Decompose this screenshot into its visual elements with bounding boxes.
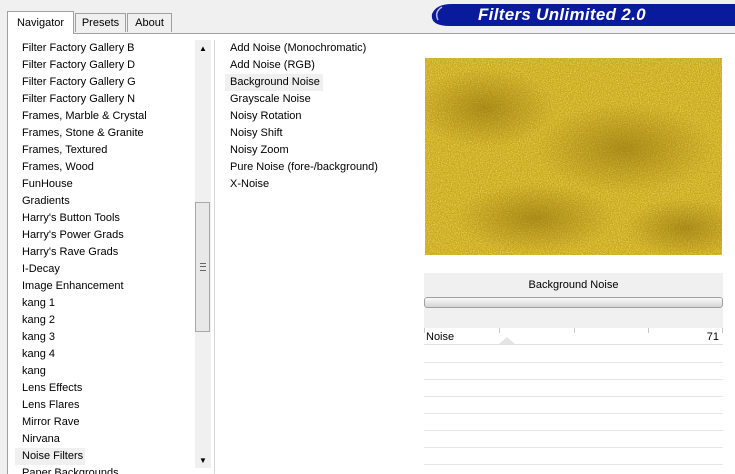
scroll-up-arrow-icon[interactable]: ▲ [195, 40, 211, 56]
category-item[interactable]: kang 1 [15, 295, 195, 312]
category-item[interactable]: Filter Factory Gallery B [15, 40, 195, 57]
grip-icon [199, 263, 206, 271]
filter-list[interactable]: Add Noise (Monochromatic) Add Noise (RGB)… [225, 40, 415, 193]
category-item[interactable]: Lens Effects [15, 380, 195, 397]
parameter-empty-rows [424, 346, 723, 474]
filter-item[interactable]: Pure Noise (fore-/background) [225, 159, 415, 176]
preview-zoom-bar[interactable] [424, 297, 723, 308]
noise-slider[interactable] [424, 337, 723, 346]
category-item[interactable]: Lens Flares [15, 397, 195, 414]
category-list[interactable]: Filter Factory Gallery B Filter Factory G… [15, 40, 195, 474]
list-divider [214, 40, 215, 474]
tab-navigator[interactable]: Navigator [7, 11, 74, 34]
filter-name-header: Background Noise [424, 273, 723, 297]
filter-item[interactable]: X-Noise [225, 176, 415, 193]
preview-texture [425, 58, 722, 255]
category-item[interactable]: kang 3 [15, 329, 195, 346]
category-item[interactable]: Frames, Textured [15, 142, 195, 159]
filter-item[interactable]: Noisy Rotation [225, 108, 415, 125]
controls-band [424, 308, 723, 328]
filter-item[interactable]: Grayscale Noise [225, 91, 415, 108]
tab-presets[interactable]: Presets [75, 13, 126, 32]
filter-name-label: Background Noise [528, 279, 619, 291]
category-item[interactable]: Harry's Button Tools [15, 210, 195, 227]
app-banner: Filters Unlimited 2.0 [428, 4, 735, 28]
slider-thumb-icon[interactable] [499, 337, 515, 344]
filter-item[interactable]: Noisy Zoom [225, 142, 415, 159]
category-item[interactable]: Nirvana [15, 431, 195, 448]
category-item[interactable]: Frames, Marble & Crystal [15, 108, 195, 125]
category-item[interactable]: kang [15, 363, 195, 380]
scroll-down-arrow-icon[interactable]: ▼ [195, 452, 211, 468]
category-item[interactable]: Gradients [15, 193, 195, 210]
filter-preview-image [425, 58, 722, 255]
filter-item[interactable]: Background Noise [225, 74, 323, 91]
category-item[interactable]: Filter Factory Gallery G [15, 74, 195, 91]
category-item[interactable]: I-Decay [15, 261, 195, 278]
filter-item[interactable]: Add Noise (RGB) [225, 57, 415, 74]
category-item[interactable]: Filter Factory Gallery D [15, 57, 195, 74]
category-item[interactable]: kang 2 [15, 312, 195, 329]
category-item[interactable]: Frames, Stone & Granite [15, 125, 195, 142]
filter-item[interactable]: Noisy Shift [225, 125, 415, 142]
app-title: Filters Unlimited 2.0 [478, 5, 646, 24]
category-item[interactable]: Image Enhancement [15, 278, 195, 295]
category-item[interactable]: Harry's Rave Grads [15, 244, 195, 261]
scrollbar-thumb[interactable] [195, 202, 210, 332]
category-item[interactable]: FunHouse [15, 176, 195, 193]
category-item[interactable]: Filter Factory Gallery N [15, 91, 195, 108]
filter-item[interactable]: Add Noise (Monochromatic) [225, 40, 415, 57]
category-item[interactable]: kang 4 [15, 346, 195, 363]
tab-about[interactable]: About [127, 13, 172, 32]
category-item[interactable]: Noise Filters [15, 448, 85, 465]
category-item[interactable]: Paper Backgrounds [15, 465, 195, 474]
category-item[interactable]: Harry's Power Grads [15, 227, 195, 244]
category-scrollbar[interactable]: ▲ ▼ [195, 40, 211, 468]
category-item[interactable]: Frames, Wood [15, 159, 195, 176]
category-item[interactable]: Mirror Rave [15, 414, 195, 431]
